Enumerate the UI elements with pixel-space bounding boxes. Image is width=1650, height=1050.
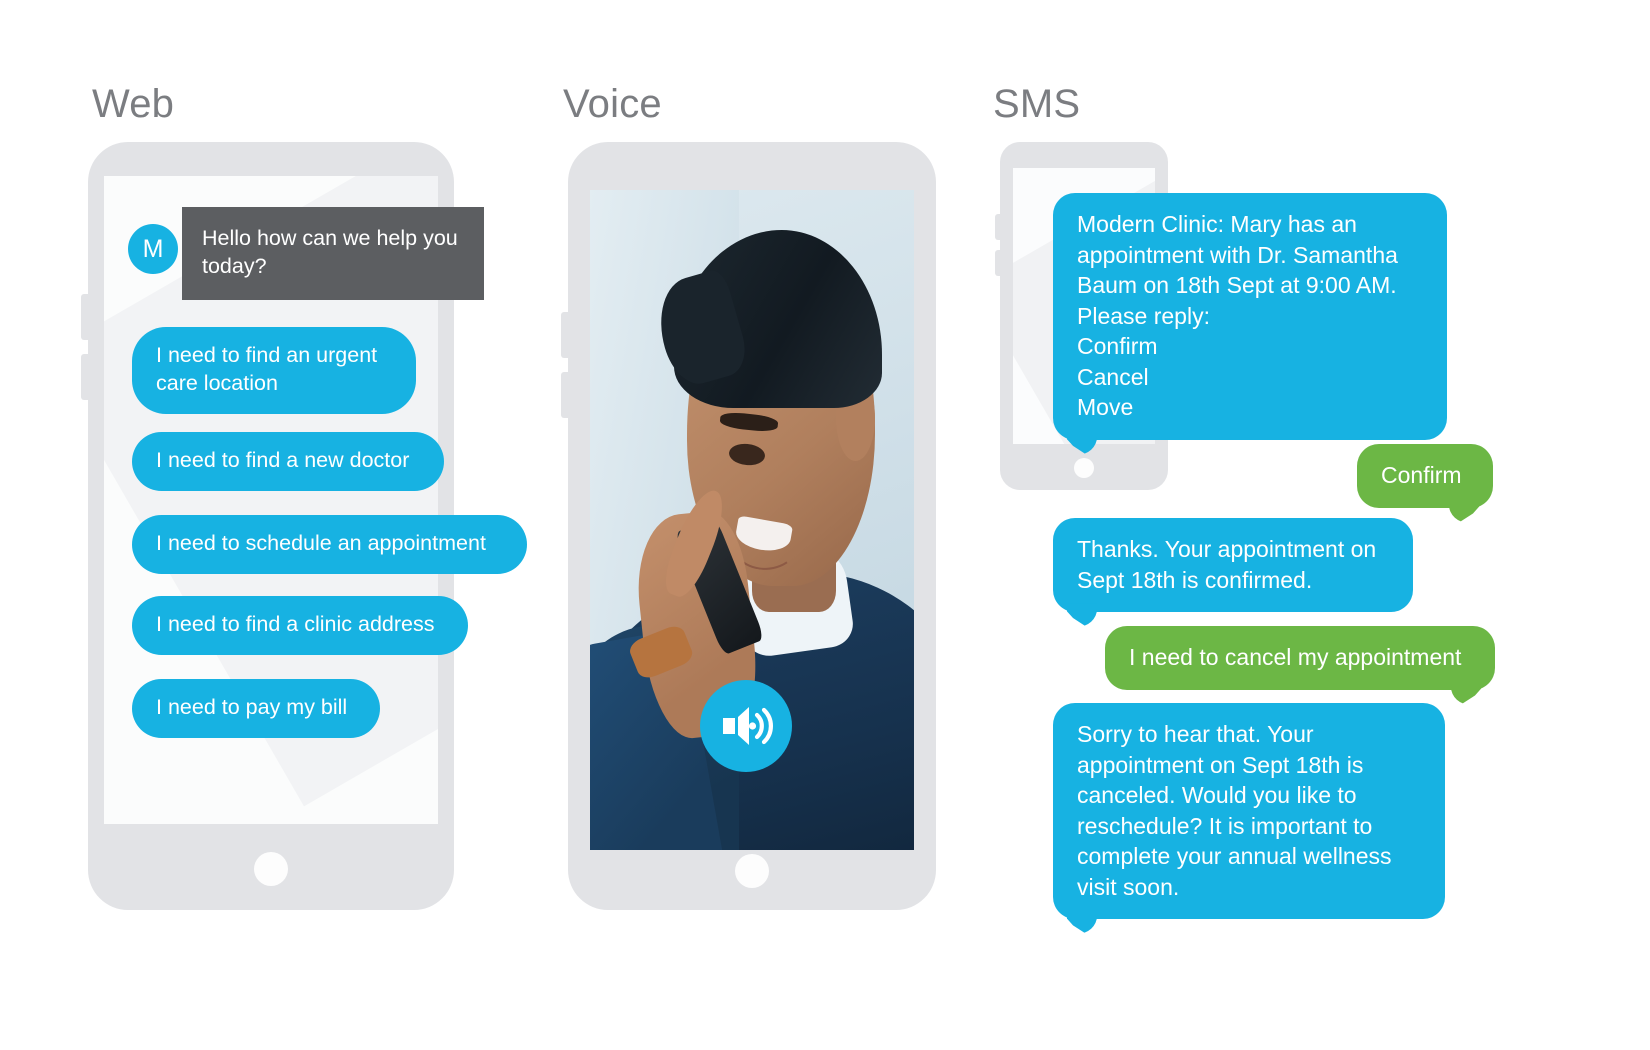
sms-chat-thread: Modern Clinic: Mary has an appointment w… <box>0 0 1650 1050</box>
sms-message-outgoing-cancel-request: I need to cancel my appointment <box>1105 626 1495 690</box>
sms-message-incoming-cancellation: Sorry to hear that. Your appointment on … <box>1053 703 1445 920</box>
sms-message-outgoing-confirm: Confirm <box>1357 444 1493 508</box>
canvas: Web Voice SMS M Hello how can we help yo… <box>0 0 1650 1050</box>
sms-message-incoming-appointment-reminder: Modern Clinic: Mary has an appointment w… <box>1053 193 1447 441</box>
sms-message-incoming-confirmation: Thanks. Your appointment on Sept 18th is… <box>1053 518 1413 613</box>
